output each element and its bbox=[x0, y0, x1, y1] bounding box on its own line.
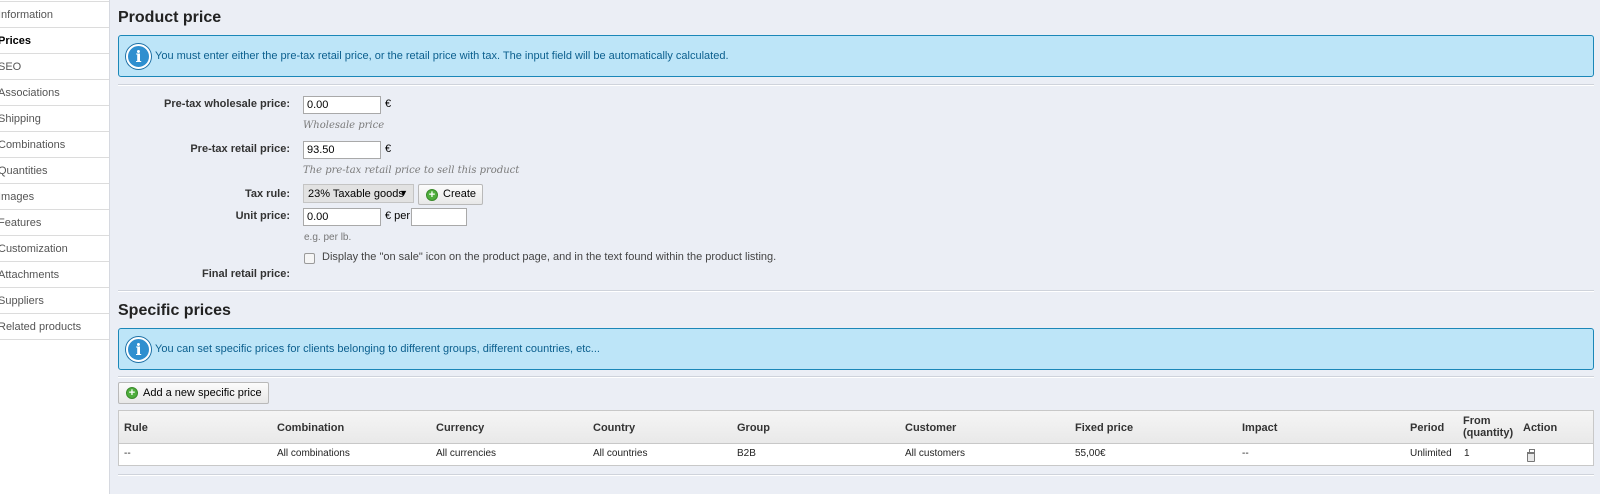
cell-period: Unlimited bbox=[1410, 448, 1452, 459]
unit-price-currency-per: € per bbox=[385, 210, 411, 222]
chevron-down-icon: ▼ bbox=[399, 188, 408, 198]
on-sale-checkbox[interactable] bbox=[304, 253, 315, 264]
cell-combination: All combinations bbox=[277, 448, 350, 459]
sidebar-item-images[interactable]: Images bbox=[0, 184, 109, 210]
tax-rule-select[interactable]: 23% Taxable goods ▼ bbox=[303, 184, 414, 203]
wholesale-hint: Wholesale price bbox=[303, 120, 385, 131]
column-header-country: Country bbox=[593, 422, 636, 434]
wholesale-price-label: Pre-tax wholesale price: bbox=[164, 98, 290, 110]
plus-circle-icon: + bbox=[126, 387, 138, 399]
unit-price-hint: e.g. per lb. bbox=[304, 232, 352, 243]
column-header-from-quantity: From (quantity) bbox=[1463, 415, 1514, 439]
separator bbox=[118, 290, 1594, 292]
sidebar-item-related-products[interactable]: Related products bbox=[0, 314, 109, 340]
column-header-currency: Currency bbox=[436, 422, 485, 434]
sidebar-item-information[interactable]: Information bbox=[0, 2, 109, 28]
separator bbox=[118, 474, 1594, 476]
unit-price-input[interactable] bbox=[303, 208, 381, 226]
final-retail-price-label: Final retail price: bbox=[201, 268, 290, 280]
tax-rule-label: Tax rule: bbox=[244, 188, 290, 200]
specific-prices-title: Specific prices bbox=[118, 302, 231, 319]
sidebar-item-suppliers[interactable]: Suppliers bbox=[0, 288, 109, 314]
column-header-combination: Combination bbox=[277, 422, 345, 434]
separator bbox=[118, 376, 1594, 378]
plus-circle-icon: + bbox=[426, 189, 438, 201]
cell-rule: -- bbox=[124, 448, 131, 459]
column-header-action: Action bbox=[1523, 422, 1558, 434]
cell-customer: All customers bbox=[905, 448, 966, 459]
sidebar-item-customization[interactable]: Customization bbox=[0, 236, 109, 262]
cell-impact: -- bbox=[1242, 448, 1249, 459]
unit-input[interactable] bbox=[411, 208, 467, 226]
specific-prices-info-box: i You can set specific prices for client… bbox=[118, 328, 1594, 370]
retail-hint: The pre-tax retail price to sell this pr… bbox=[303, 165, 520, 176]
column-header-fixed-price: Fixed price bbox=[1075, 422, 1134, 434]
sidebar-item-quantities[interactable]: Quantities bbox=[0, 158, 109, 184]
wholesale-currency: € bbox=[385, 98, 392, 110]
specific-prices-table: Rule Combination Currency Country Group … bbox=[118, 410, 1594, 466]
tab-sidebar: Information Prices SEO Associations Ship… bbox=[0, 0, 110, 494]
info-icon: i bbox=[126, 44, 151, 69]
cell-fixed-price: 55,00€ bbox=[1075, 448, 1106, 459]
retail-price-label: Pre-tax retail price: bbox=[190, 143, 290, 155]
unit-price-label: Unit price: bbox=[235, 210, 290, 222]
sidebar-item-combinations[interactable]: Combinations bbox=[0, 132, 109, 158]
tax-rule-selected: 23% Taxable goods bbox=[308, 188, 404, 200]
sidebar-item-prices[interactable]: Prices bbox=[0, 28, 109, 54]
cell-group: B2B bbox=[737, 448, 756, 459]
cell-from-quantity: 1 bbox=[1464, 448, 1470, 459]
table-header: Rule Combination Currency Country Group … bbox=[119, 411, 1593, 444]
price-info-box: i You must enter either the pre-tax reta… bbox=[118, 35, 1594, 77]
cell-country: All countries bbox=[593, 448, 648, 459]
product-price-title: Product price bbox=[118, 9, 222, 26]
column-header-group: Group bbox=[737, 422, 770, 434]
separator bbox=[118, 84, 1594, 86]
column-header-impact: Impact bbox=[1242, 422, 1278, 434]
wholesale-price-input[interactable] bbox=[303, 96, 381, 114]
create-button-label: Create bbox=[443, 188, 477, 200]
create-tax-rule-button[interactable]: + Create bbox=[418, 184, 484, 205]
on-sale-label: Display the "on sale" icon on the produc… bbox=[322, 251, 777, 263]
trash-icon[interactable] bbox=[1527, 449, 1535, 462]
cell-currency: All currencies bbox=[436, 448, 497, 459]
column-header-rule: Rule bbox=[124, 422, 148, 434]
sidebar-item-features[interactable]: Features bbox=[0, 210, 109, 236]
price-info-text: You must enter either the pre-tax retail… bbox=[155, 50, 729, 62]
column-header-customer: Customer bbox=[905, 422, 957, 434]
specific-prices-info-text: You can set specific prices for clients … bbox=[155, 343, 600, 355]
info-icon: i bbox=[126, 337, 151, 362]
retail-price-input[interactable] bbox=[303, 141, 381, 159]
add-specific-price-label: Add a new specific price bbox=[143, 387, 262, 399]
add-specific-price-button[interactable]: + Add a new specific price bbox=[118, 382, 269, 404]
retail-currency: € bbox=[385, 143, 392, 155]
sidebar-item-shipping[interactable]: Shipping bbox=[0, 106, 109, 132]
sidebar-item-seo[interactable]: SEO bbox=[0, 54, 109, 80]
column-header-period: Period bbox=[1410, 422, 1445, 434]
sidebar-item-attachments[interactable]: Attachments bbox=[0, 262, 109, 288]
sidebar-item-associations[interactable]: Associations bbox=[0, 80, 109, 106]
